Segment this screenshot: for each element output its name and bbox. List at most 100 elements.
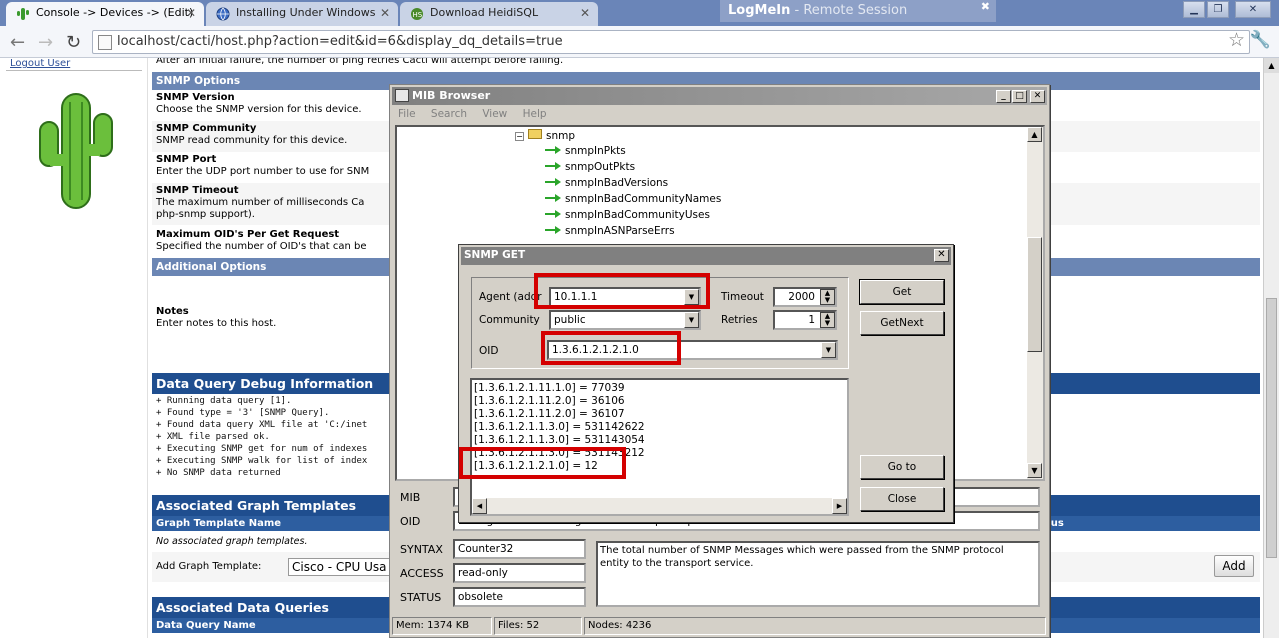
get-button[interactable]: Get [859, 279, 945, 305]
mib-browser-titlebar[interactable]: MIB Browser _ □ ✕ [392, 87, 1047, 105]
no-templates-text: No associated graph templates. [156, 536, 308, 547]
tab-installing-under-windows[interactable]: Installing Under Windows ✕ [206, 2, 398, 26]
reload-icon[interactable]: ↻ [66, 32, 81, 53]
scroll-up-icon[interactable]: ▲ [1264, 58, 1279, 73]
agent-value: 10.1.1.1 [554, 291, 598, 303]
scroll-up-icon[interactable]: ▲ [1027, 127, 1042, 142]
tree-leaf-label: snmpInBadVersions [565, 177, 669, 189]
goto-button[interactable]: Go to [860, 455, 944, 479]
syntax-field[interactable]: Counter32 [453, 539, 586, 559]
snmp-port-desc: Enter the UDP port number to use for SNM [156, 166, 370, 177]
dropdown-arrow-icon[interactable]: ▼ [821, 342, 836, 358]
leaf-arrow-icon [545, 146, 561, 154]
spinner-arrows-icon[interactable]: ▲ ▼ [820, 289, 835, 305]
status-field[interactable]: obsolete [453, 587, 586, 607]
add-button[interactable]: Add [1214, 555, 1254, 577]
svg-text:HS: HS [413, 11, 423, 19]
leaf-arrow-icon [545, 194, 561, 202]
timeout-spinner[interactable]: 2000 ▲ ▼ [773, 287, 837, 307]
back-icon[interactable]: ← [10, 32, 25, 53]
community-value: public [554, 314, 586, 326]
collapse-icon[interactable]: − [515, 132, 524, 141]
dropdown-arrow-icon[interactable]: ▼ [684, 289, 699, 305]
tree-scrollbar[interactable]: ▲ ▼ [1027, 127, 1043, 479]
menu-file[interactable]: File [398, 108, 416, 120]
scroll-thumb[interactable] [1266, 298, 1277, 558]
scroll-left-icon[interactable]: ◀ [472, 498, 487, 514]
max-oids-title: Maximum OID's Per Get Request [156, 229, 340, 240]
scroll-down-icon[interactable]: ▼ [1027, 463, 1042, 478]
forward-icon[interactable]: → [38, 32, 53, 53]
mib-menu-bar: File Search View Help [398, 108, 547, 120]
url-text: localhost/cacti/host.php?action=edit&id=… [117, 34, 563, 49]
debug-log: + Running data query [1]. + Found type =… [156, 396, 368, 478]
access-field[interactable]: read-only [453, 563, 586, 583]
minimize-icon[interactable]: ▁ [1183, 1, 1205, 18]
agent-combo[interactable]: 10.1.1.1 ▼ [549, 287, 701, 307]
tree-leaf-label: snmpInPkts [565, 145, 626, 157]
tab-label: Download HeidiSQL [430, 6, 539, 19]
page-icon [98, 35, 112, 50]
retries-spinner[interactable]: 1 ▲ ▼ [773, 310, 837, 330]
close-icon[interactable]: ✕ [1030, 90, 1045, 103]
tree-leaf[interactable]: snmpOutPkts [545, 161, 635, 173]
status-nodes: Nodes: 4236 [584, 617, 1046, 635]
tab-console-devices[interactable]: Console -> Devices -> (Edit) ✕ [6, 2, 204, 26]
mib-status-bar: Mem: 1374 KB Files: 52 Nodes: 4236 [392, 617, 1047, 635]
tree-leaf[interactable]: snmpInBadCommunityUses [545, 209, 710, 221]
scroll-right-icon[interactable]: ▶ [832, 498, 847, 514]
getnext-button[interactable]: GetNext [860, 311, 944, 335]
menu-search[interactable]: Search [431, 108, 467, 120]
close-button[interactable]: Close [860, 487, 944, 511]
browser-tab-bar: Console -> Devices -> (Edit) ✕ Installin… [0, 0, 1279, 26]
menu-view[interactable]: View [482, 108, 507, 120]
notes-desc: Enter notes to this host. [156, 318, 277, 329]
snmp-community-title: SNMP Community [156, 123, 257, 134]
description-box[interactable]: The total number of SNMP Messages which … [596, 541, 1040, 607]
close-icon[interactable]: ✖ [981, 0, 990, 13]
folder-icon [528, 129, 542, 139]
close-icon[interactable]: ✕ [934, 249, 949, 262]
result-line: [1.3.6.1.2.1.1.3.0] = 531143054 [474, 434, 645, 446]
tab-label: Console -> Devices -> (Edit) [36, 6, 194, 19]
leaf-arrow-icon [545, 226, 561, 234]
url-input[interactable]: localhost/cacti/host.php?action=edit&id=… [92, 30, 1250, 54]
oid-value: 1.3.6.1.2.1.2.1.0 [552, 344, 639, 356]
results-hscrollbar[interactable]: ◀ ▶ [472, 498, 847, 514]
result-line: [1.3.6.1.2.1.11.1.0] = 77039 [474, 382, 625, 394]
bookmark-star-icon[interactable]: ☆ [1228, 29, 1245, 51]
close-icon[interactable]: ✕ [186, 6, 196, 20]
maximize-icon[interactable]: □ [1012, 90, 1027, 103]
tab-label: Installing Under Windows [236, 6, 376, 19]
page-scrollbar[interactable]: ▲ [1263, 58, 1279, 638]
logmein-brand: LogMeIn [728, 3, 791, 18]
restore-icon[interactable]: ❐ [1207, 1, 1229, 18]
tree-leaf[interactable]: snmpInBadCommunityNames [545, 193, 721, 205]
status-label: STATUS [400, 591, 442, 604]
snmp-get-titlebar[interactable]: SNMP GET ✕ [461, 247, 951, 265]
wrench-icon[interactable]: 🔧 [1250, 30, 1271, 50]
graph-template-select[interactable]: Cisco - CPU Usa [288, 558, 390, 576]
minimize-icon[interactable]: _ [996, 90, 1011, 103]
spinner-arrows-icon[interactable]: ▲ ▼ [820, 312, 835, 328]
tree-leaf[interactable]: snmpInBadVersions [545, 177, 668, 189]
tab-download-heidisql[interactable]: HS Download HeidiSQL ✕ [400, 2, 598, 26]
tree-leaf[interactable]: snmpInPkts [545, 145, 626, 157]
dropdown-arrow-icon[interactable]: ▼ [684, 312, 699, 328]
status-mem: Mem: 1374 KB [392, 617, 492, 635]
community-combo[interactable]: public ▼ [549, 310, 701, 330]
logout-link[interactable]: Logout User [10, 58, 70, 69]
result-line: [1.3.6.1.2.1.1.3.0] = 531143212 [474, 447, 645, 459]
close-icon[interactable]: ✕ [580, 6, 590, 20]
results-list[interactable]: [1.3.6.1.2.1.11.1.0] = 77039 [1.3.6.1.2.… [470, 378, 849, 516]
menu-help[interactable]: Help [523, 108, 547, 120]
tree-node-snmp[interactable]: − snmp [515, 129, 575, 142]
result-line: [1.3.6.1.2.1.1.3.0] = 531142622 [474, 421, 645, 433]
close-icon[interactable]: ✕ [380, 6, 390, 20]
scroll-thumb[interactable] [1027, 237, 1042, 352]
tree-leaf[interactable]: snmpInASNParseErrs [545, 225, 675, 237]
snmp-port-title: SNMP Port [156, 154, 217, 165]
oid-label: OID [479, 345, 499, 357]
window-close-icon[interactable]: ✕ [1235, 1, 1271, 18]
oid-combo[interactable]: 1.3.6.1.2.1.2.1.0 ▼ [547, 340, 838, 360]
